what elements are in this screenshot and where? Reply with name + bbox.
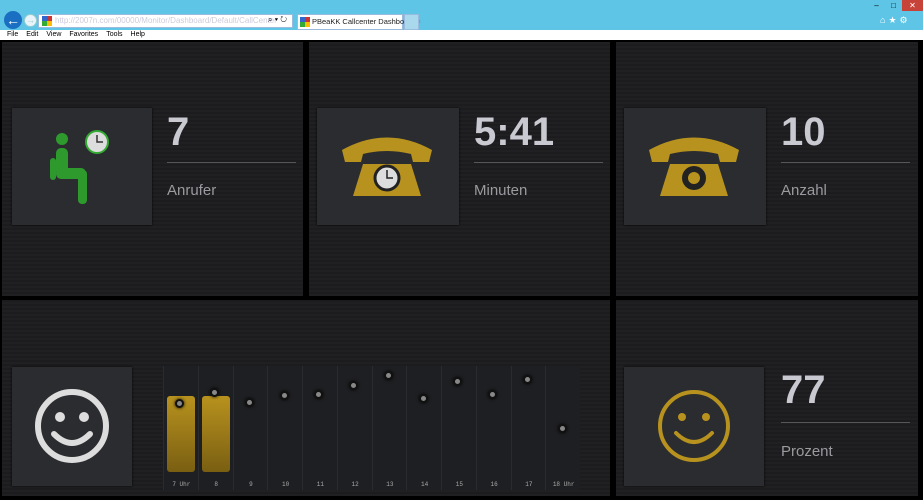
new-tab-button[interactable] — [404, 14, 419, 30]
tab-callcenter-dashboard[interactable]: PBeaKK Callcenter Dashboa... × — [297, 14, 421, 30]
chart-point[interactable] — [314, 389, 324, 399]
tile-wait-time: 5:41 Minuten — [309, 42, 610, 296]
chart-point[interactable] — [244, 397, 254, 407]
chart-column: 18 Uhr — [545, 366, 580, 490]
site-favicon-icon — [42, 16, 52, 26]
menu-bar: File Edit View Favorites Tools Help — [0, 30, 923, 40]
chart-tick-label: 15 — [455, 481, 463, 488]
chart-column: 13 — [371, 366, 407, 490]
wait-time-value: 5:41 — [474, 110, 555, 154]
chart-point[interactable] — [349, 381, 359, 391]
chart-tick-label: 16 — [490, 481, 498, 488]
menu-favorites[interactable]: Favorites — [69, 31, 98, 38]
minimize-button[interactable]: – — [868, 0, 885, 11]
chart-column: 15 — [441, 366, 476, 490]
dashboard: 7 Anrufer 5:41 Minuten 10 Anzahl 7 Uhr 8 9… — [0, 40, 923, 500]
chart-tick-label: 10 — [282, 481, 290, 488]
call-count-label: Anzahl — [781, 182, 827, 199]
chart-column: 7 Uhr — [163, 366, 198, 490]
chart-column: 10 — [267, 366, 302, 490]
tile-waiting-callers: 7 Anrufer — [2, 42, 303, 296]
hourly-chart: 7 Uhr 8 9 10 11 12 13 14 15 16 17 18 Uhr — [163, 366, 580, 490]
maximize-button[interactable]: □ — [885, 0, 902, 11]
menu-tools[interactable]: Tools — [106, 31, 122, 38]
menu-file[interactable]: File — [7, 31, 18, 38]
phone-clock-icon — [317, 108, 459, 225]
address-bar[interactable]: http://2007n.com/00000/Monitor/Dashboard… — [38, 14, 293, 28]
chart-tick-label: 17 — [525, 481, 533, 488]
call-count-value: 10 — [781, 110, 826, 154]
chart-tick-label: 13 — [386, 481, 394, 488]
chart-tick-label: 18 Uhr — [552, 481, 575, 488]
tab-favicon-icon — [300, 17, 310, 27]
chart-point[interactable] — [383, 371, 393, 381]
chart-tick-label: 14 — [421, 481, 429, 488]
smiley-gold-icon — [624, 367, 764, 486]
chart-point[interactable] — [557, 424, 567, 434]
divider — [781, 162, 910, 163]
waiting-callers-value: 7 — [167, 110, 190, 154]
chart-column: 9 — [232, 366, 268, 490]
chart-point[interactable] — [418, 393, 428, 403]
divider — [167, 162, 296, 163]
search-refresh-icons[interactable]: ⌕ ▾ ↻ — [268, 15, 287, 25]
chart-column: 11 — [302, 366, 337, 490]
chart-tick-label: 9 — [249, 481, 253, 488]
satisfaction-label: Prozent — [781, 443, 833, 460]
menu-view[interactable]: View — [46, 31, 61, 38]
waiting-person-clock-icon — [12, 108, 152, 225]
chart-point[interactable] — [279, 390, 289, 400]
tile-call-count: 10 Anzahl — [616, 42, 918, 296]
menu-edit[interactable]: Edit — [26, 31, 38, 38]
settings-icon[interactable]: ⚙ — [900, 15, 911, 25]
chart-tick-label: 8 — [214, 481, 218, 488]
address-text: http://2007n.com/00000/Monitor/Dashboard… — [55, 16, 277, 25]
chart-column: 17 — [510, 366, 546, 490]
smiley-icon — [12, 367, 132, 486]
phone-icon — [624, 108, 766, 225]
chart-column: 8 — [197, 366, 233, 490]
chart-column: 16 — [475, 366, 511, 490]
close-button[interactable]: ✕ — [902, 0, 923, 11]
chart-tick-label: 11 — [316, 481, 324, 488]
tile-satisfaction: 77 Prozent — [616, 300, 918, 496]
chart-point[interactable] — [522, 375, 532, 385]
waiting-callers-label: Anrufer — [167, 182, 217, 199]
divider — [474, 162, 603, 163]
back-button[interactable]: ← — [4, 11, 22, 29]
favorites-icon[interactable]: ★ — [888, 15, 899, 25]
chart-point[interactable] — [488, 389, 498, 399]
chart-tick-label: 12 — [351, 481, 359, 488]
toolbar-icons[interactable]: ⌂★⚙ — [880, 15, 911, 26]
wait-time-label: Minuten — [474, 182, 528, 199]
chart-column: 12 — [336, 366, 372, 490]
tab-title: PBeaKK Callcenter Dashboa... — [312, 17, 415, 26]
chart-tick-label: 7 Uhr — [172, 481, 191, 488]
chart-point[interactable] — [453, 377, 463, 387]
forward-button[interactable]: → — [24, 14, 37, 27]
satisfaction-value: 77 — [781, 368, 826, 412]
chart-bar — [201, 395, 230, 472]
tile-hourly-chart: 7 Uhr 8 9 10 11 12 13 14 15 16 17 18 Uhr — [2, 300, 610, 496]
chart-column: 14 — [406, 366, 441, 490]
divider — [781, 422, 910, 423]
menu-help[interactable]: Help — [131, 31, 145, 38]
